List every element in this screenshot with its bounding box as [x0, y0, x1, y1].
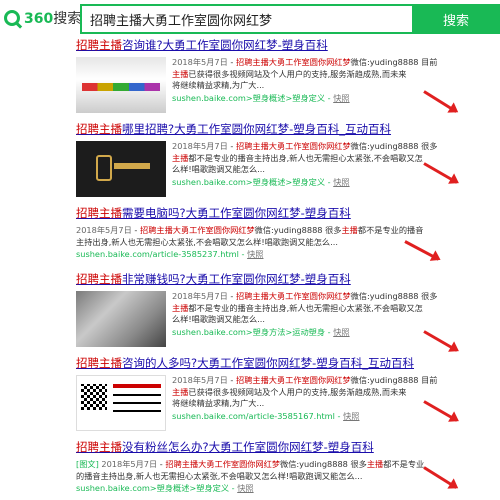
result-thumbnail[interactable]	[76, 375, 166, 431]
snapshot-link[interactable]: 快照	[237, 483, 253, 493]
search-result: 招聘主播非常赚钱吗?大勇工作室圆你网红梦-塑身百科 2018年5月7日 - 招聘…	[76, 272, 500, 347]
result-snippet: 2018年5月7日 - 招聘主播大勇工作室圆你网红梦微信:yuding8888 …	[172, 141, 438, 174]
result-snippet: 2018年5月7日 - 招聘主播大勇工作室圆你网红梦微信:yuding8888 …	[172, 291, 438, 324]
snapshot-link[interactable]: 快照	[333, 327, 349, 337]
search-result: 招聘主播没有粉丝怎么办?大勇工作室圆你网红梦-塑身百科 [图文] 2018年5月…	[76, 440, 500, 494]
search-result: 招聘主播咨询谁?大勇工作室圆你网红梦-塑身百科 2018年5月7日 - 招聘主播…	[76, 38, 500, 113]
search-button[interactable]: 搜索	[412, 4, 500, 34]
result-title-link[interactable]: 招聘主播咨询的人多吗?大勇工作室圆你网红梦-塑身百科_互动百科	[76, 356, 500, 371]
logo-word: 搜索	[53, 11, 82, 27]
result-thumbnail[interactable]	[76, 57, 166, 113]
result-url[interactable]: sushen.baike.com>塑身方法>运动塑身 - 快照	[172, 327, 437, 338]
snapshot-link[interactable]: 快照	[247, 249, 263, 259]
snapshot-link[interactable]: 快照	[333, 93, 349, 103]
result-url[interactable]: sushen.baike.com>塑身概述>塑身定义 - 快照	[172, 93, 437, 104]
result-title-link[interactable]: 招聘主播咨询谁?大勇工作室圆你网红梦-塑身百科	[76, 38, 500, 53]
search-result: 招聘主播咨询的人多吗?大勇工作室圆你网红梦-塑身百科_互动百科 2018年5月7…	[76, 356, 500, 431]
result-url[interactable]: sushen.baike.com/article-3585167.html - …	[172, 411, 437, 422]
logo-brand: 360	[24, 11, 54, 27]
search-box	[80, 4, 412, 34]
snapshot-link[interactable]: 快照	[333, 177, 349, 187]
site-logo[interactable]: 360搜索	[4, 8, 81, 28]
result-thumbnail[interactable]	[76, 141, 166, 197]
result-title-link[interactable]: 招聘主播非常赚钱吗?大勇工作室圆你网红梦-塑身百科	[76, 272, 500, 287]
search-header: 360搜索 搜索	[0, 0, 500, 36]
result-title-link[interactable]: 招聘主播哪里招聘?大勇工作室圆你网红梦-塑身百科_互动百科	[76, 122, 500, 137]
result-snippet: 2018年5月7日 - 招聘主播大勇工作室圆你网红梦微信:yuding8888 …	[172, 375, 438, 408]
result-snippet: [图文] 2018年5月7日 - 招聘主播大勇工作室圆你网红梦微信:yuding…	[76, 459, 425, 481]
snapshot-link[interactable]: 快照	[343, 411, 359, 421]
image-text-tag: [图文]	[76, 459, 99, 469]
result-title-link[interactable]: 招聘主播需要电脑吗?大勇工作室圆你网红梦-塑身百科	[76, 206, 500, 221]
result-url[interactable]: sushen.baike.com>塑身概述>塑身定义 - 快照	[76, 483, 500, 494]
result-snippet: 2018年5月7日 - 招聘主播大勇工作室圆你网红梦微信:yuding8888 …	[172, 57, 438, 90]
result-url[interactable]: sushen.baike.com>塑身概述>塑身定义 - 快照	[172, 177, 437, 188]
result-snippet: 2018年5月7日 - 招聘主播大勇工作室圆你网红梦微信:yuding8888 …	[76, 225, 424, 247]
logo-magnifier-icon	[4, 10, 20, 26]
search-result: 招聘主播哪里招聘?大勇工作室圆你网红梦-塑身百科_互动百科 2018年5月7日 …	[76, 122, 500, 197]
result-title-link[interactable]: 招聘主播没有粉丝怎么办?大勇工作室圆你网红梦-塑身百科	[76, 440, 500, 455]
result-thumbnail[interactable]	[76, 291, 166, 347]
search-input[interactable]	[82, 6, 412, 32]
